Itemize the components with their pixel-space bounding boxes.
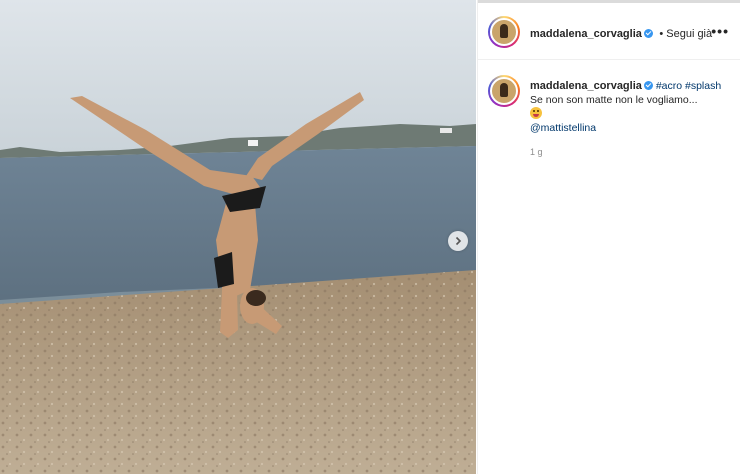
- caption-emoji-line: [530, 107, 730, 121]
- verified-badge-icon: [643, 81, 653, 90]
- tongue-face-emoji-icon: [530, 107, 542, 119]
- author-username[interactable]: maddalena_corvaglia: [530, 28, 642, 40]
- post-side-panel: maddalena_corvaglia • Segui già ••• madd…: [477, 0, 740, 474]
- post-caption: maddalena_corvaglia #acro #splash Se non…: [530, 79, 730, 135]
- beach-handstand-image: [0, 0, 476, 474]
- post-timestamp[interactable]: 1 g: [530, 147, 543, 157]
- caption-author-username[interactable]: maddalena_corvaglia: [530, 80, 642, 92]
- post-photo[interactable]: [0, 0, 476, 474]
- verified-badge-icon: [643, 29, 653, 38]
- caption-author-avatar[interactable]: [488, 75, 520, 107]
- caption-mention[interactable]: @mattistellina: [530, 121, 730, 135]
- caption-text: Se non son matte non le vogliamo...: [530, 94, 698, 106]
- chevron-right-icon: [455, 236, 462, 246]
- carousel-next-button[interactable]: [448, 231, 468, 251]
- caption-first-line: maddalena_corvaglia #acro #splash: [530, 79, 730, 93]
- follow-status-button[interactable]: • Segui già: [659, 28, 712, 40]
- post-header: maddalena_corvaglia • Segui già •••: [478, 3, 740, 60]
- more-options-icon[interactable]: •••: [711, 23, 729, 39]
- header-user-line: maddalena_corvaglia • Segui già: [530, 24, 712, 42]
- caption-hashtags[interactable]: #acro #splash: [656, 80, 721, 92]
- author-avatar[interactable]: [488, 16, 520, 48]
